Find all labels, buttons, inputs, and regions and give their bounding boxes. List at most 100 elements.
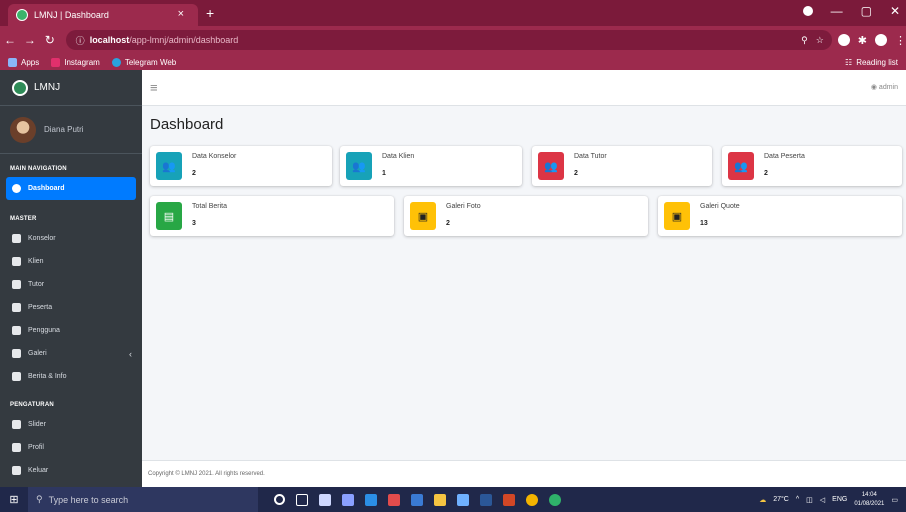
minimize-button[interactable]: — [831, 4, 843, 18]
security-icon[interactable] [319, 493, 331, 506]
maximize-button[interactable]: ▢ [861, 4, 872, 18]
notification-icon[interactable]: ▭ [891, 496, 898, 504]
sidebar-item-peserta[interactable]: Peserta [0, 296, 142, 319]
sidebar-item-pengguna[interactable]: Pengguna [0, 319, 142, 342]
tab-close-button[interactable]: × [178, 8, 184, 20]
sidebar-item-klien[interactable]: Klien [0, 250, 142, 273]
word-icon[interactable] [480, 493, 492, 506]
puzzle-icon[interactable]: ✱ [858, 34, 867, 47]
users-icon: 👥 [156, 152, 182, 180]
profile-icon[interactable] [802, 6, 813, 16]
browser-tab[interactable]: LMNJ | Dashboard × [8, 4, 198, 26]
zoom-icon[interactable]: ⚲ [801, 35, 808, 46]
vscode-icon[interactable] [365, 493, 377, 506]
volume-icon[interactable]: ◁ [820, 496, 825, 504]
admin-menu[interactable]: ◉ admin [871, 83, 898, 91]
task-view-icon[interactable] [296, 493, 308, 506]
chevron-up-icon[interactable]: ^ [796, 496, 799, 503]
info-box-tutor[interactable]: 👥 Data Tutor 2 [532, 146, 712, 186]
building-icon [12, 443, 21, 452]
menu-toggle-icon[interactable]: ≡ [150, 80, 158, 95]
cortana-icon[interactable] [274, 493, 285, 505]
back-icon[interactable]: ← [0, 33, 20, 47]
users-icon: 👥 [728, 152, 754, 180]
sidebar-item-label: Peserta [28, 304, 53, 311]
info-box-value: 3 [192, 220, 196, 227]
git-icon[interactable] [388, 493, 400, 506]
forward-icon[interactable]: → [20, 33, 40, 47]
bookmark-label: Apps [21, 57, 40, 67]
info-icon[interactable]: ⓘ [76, 34, 85, 47]
brand-name: LMNJ [34, 82, 61, 93]
account-icon[interactable] [874, 33, 887, 46]
sidebar-item-label: Pengguna [28, 327, 60, 334]
image-icon: ▣ [664, 202, 690, 230]
edge-icon[interactable] [549, 493, 561, 506]
bookmark-instagram[interactable]: Instagram [51, 57, 100, 67]
new-tab-button[interactable]: + [206, 5, 214, 21]
app-icon[interactable] [411, 493, 423, 506]
user-panel[interactable]: Diana Putri [0, 106, 142, 154]
tab-title: LMNJ | Dashboard [34, 10, 109, 20]
bookmark-label: Instagram [64, 57, 100, 67]
sidebar: LMNJ Diana Putri MAIN NAVIGATION Dashboa… [0, 70, 142, 487]
windows-start-icon[interactable]: ⊞ [0, 493, 28, 506]
reading-list-button[interactable]: ☷ Reading list [845, 58, 898, 67]
favicon-icon [16, 9, 28, 21]
media-icon[interactable] [342, 493, 354, 506]
user-circle-icon: ◉ [870, 84, 877, 91]
sidebar-item-slider[interactable]: Slider [0, 413, 142, 436]
user-icon [12, 257, 21, 266]
url-bar[interactable]: ⓘ localhost/app-lmnj/admin/dashboard ⚲ ☆ [65, 30, 832, 50]
user-icon [12, 280, 21, 289]
url-host: localhost [89, 35, 130, 45]
bookmarks-bar: Apps Instagram Telegram Web ☷ Reading lis… [0, 54, 906, 70]
lang-indicator[interactable]: ENG [832, 496, 847, 503]
sidebar-item-berita-info[interactable]: Berita & Info [0, 365, 142, 388]
bookmark-star-icon[interactable]: ☆ [816, 35, 824, 46]
powerpoint-icon[interactable] [503, 493, 515, 506]
section-master: MASTER [10, 216, 37, 222]
sidebar-item-label: Berita & Info [28, 373, 67, 380]
sidebar-item-profil[interactable]: Profil [0, 436, 142, 459]
chrome-icon[interactable] [526, 493, 538, 506]
sidebar-item-dashboard[interactable]: Dashboard [6, 177, 136, 200]
weather-icon[interactable]: ☁ [759, 496, 766, 504]
menu-dots-icon[interactable]: ⋮ [895, 34, 906, 47]
extension-icon[interactable] [837, 33, 850, 46]
info-box-galeri-foto[interactable]: ▣ Galeri Foto 2 [404, 196, 648, 236]
clock-time: 14:04 [861, 491, 877, 498]
store-icon[interactable] [457, 493, 469, 506]
file-explorer-icon[interactable] [434, 493, 446, 506]
bookmark-apps[interactable]: Apps [8, 57, 40, 67]
sidebar-item-konselor[interactable]: Konselor [0, 227, 142, 250]
weather-temp[interactable]: 27°C [773, 496, 789, 503]
sidebar-item-label: Profil [28, 444, 44, 451]
info-box-berita[interactable]: ▤ Total Berita 3 [150, 196, 394, 236]
clock[interactable]: 14:04 01/08/2021 [854, 491, 884, 509]
info-box-label: Galeri Foto [446, 203, 481, 210]
close-window-button[interactable]: ✕ [890, 4, 900, 18]
reload-icon[interactable]: ↻ [40, 33, 60, 47]
info-box-galeri-quote[interactable]: ▣ Galeri Quote 13 [658, 196, 902, 236]
section-main-navigation: MAIN NAVIGATION [10, 166, 67, 172]
info-box-konselor[interactable]: 👥 Data Konselor 2 [150, 146, 332, 186]
bookmark-telegram[interactable]: Telegram Web [111, 57, 176, 67]
sidebar-item-galeri[interactable]: Galeri ‹ [0, 342, 142, 365]
sign-out-icon [12, 466, 21, 475]
info-box-klien[interactable]: 👥 Data Klien 1 [340, 146, 522, 186]
sidebar-item-keluar[interactable]: Keluar [0, 459, 142, 482]
taskbar-search[interactable]: ⚲ Type here to search [28, 487, 258, 512]
image-icon: ▣ [410, 202, 436, 230]
info-box-peserta[interactable]: 👥 Data Peserta 2 [722, 146, 902, 186]
brand-link[interactable]: LMNJ [0, 70, 142, 106]
sidebar-item-tutor[interactable]: Tutor [0, 273, 142, 296]
info-box-value: 2 [574, 170, 578, 177]
info-box-label: Galeri Quote [700, 203, 740, 210]
telegram-icon [111, 57, 121, 67]
page-title: Dashboard [150, 116, 224, 133]
user-icon [12, 234, 21, 243]
copyright-text: Copyright © LMNJ 2021. All rights reserv… [148, 471, 265, 477]
network-icon[interactable]: ◫ [806, 496, 813, 504]
instagram-icon [51, 57, 61, 67]
